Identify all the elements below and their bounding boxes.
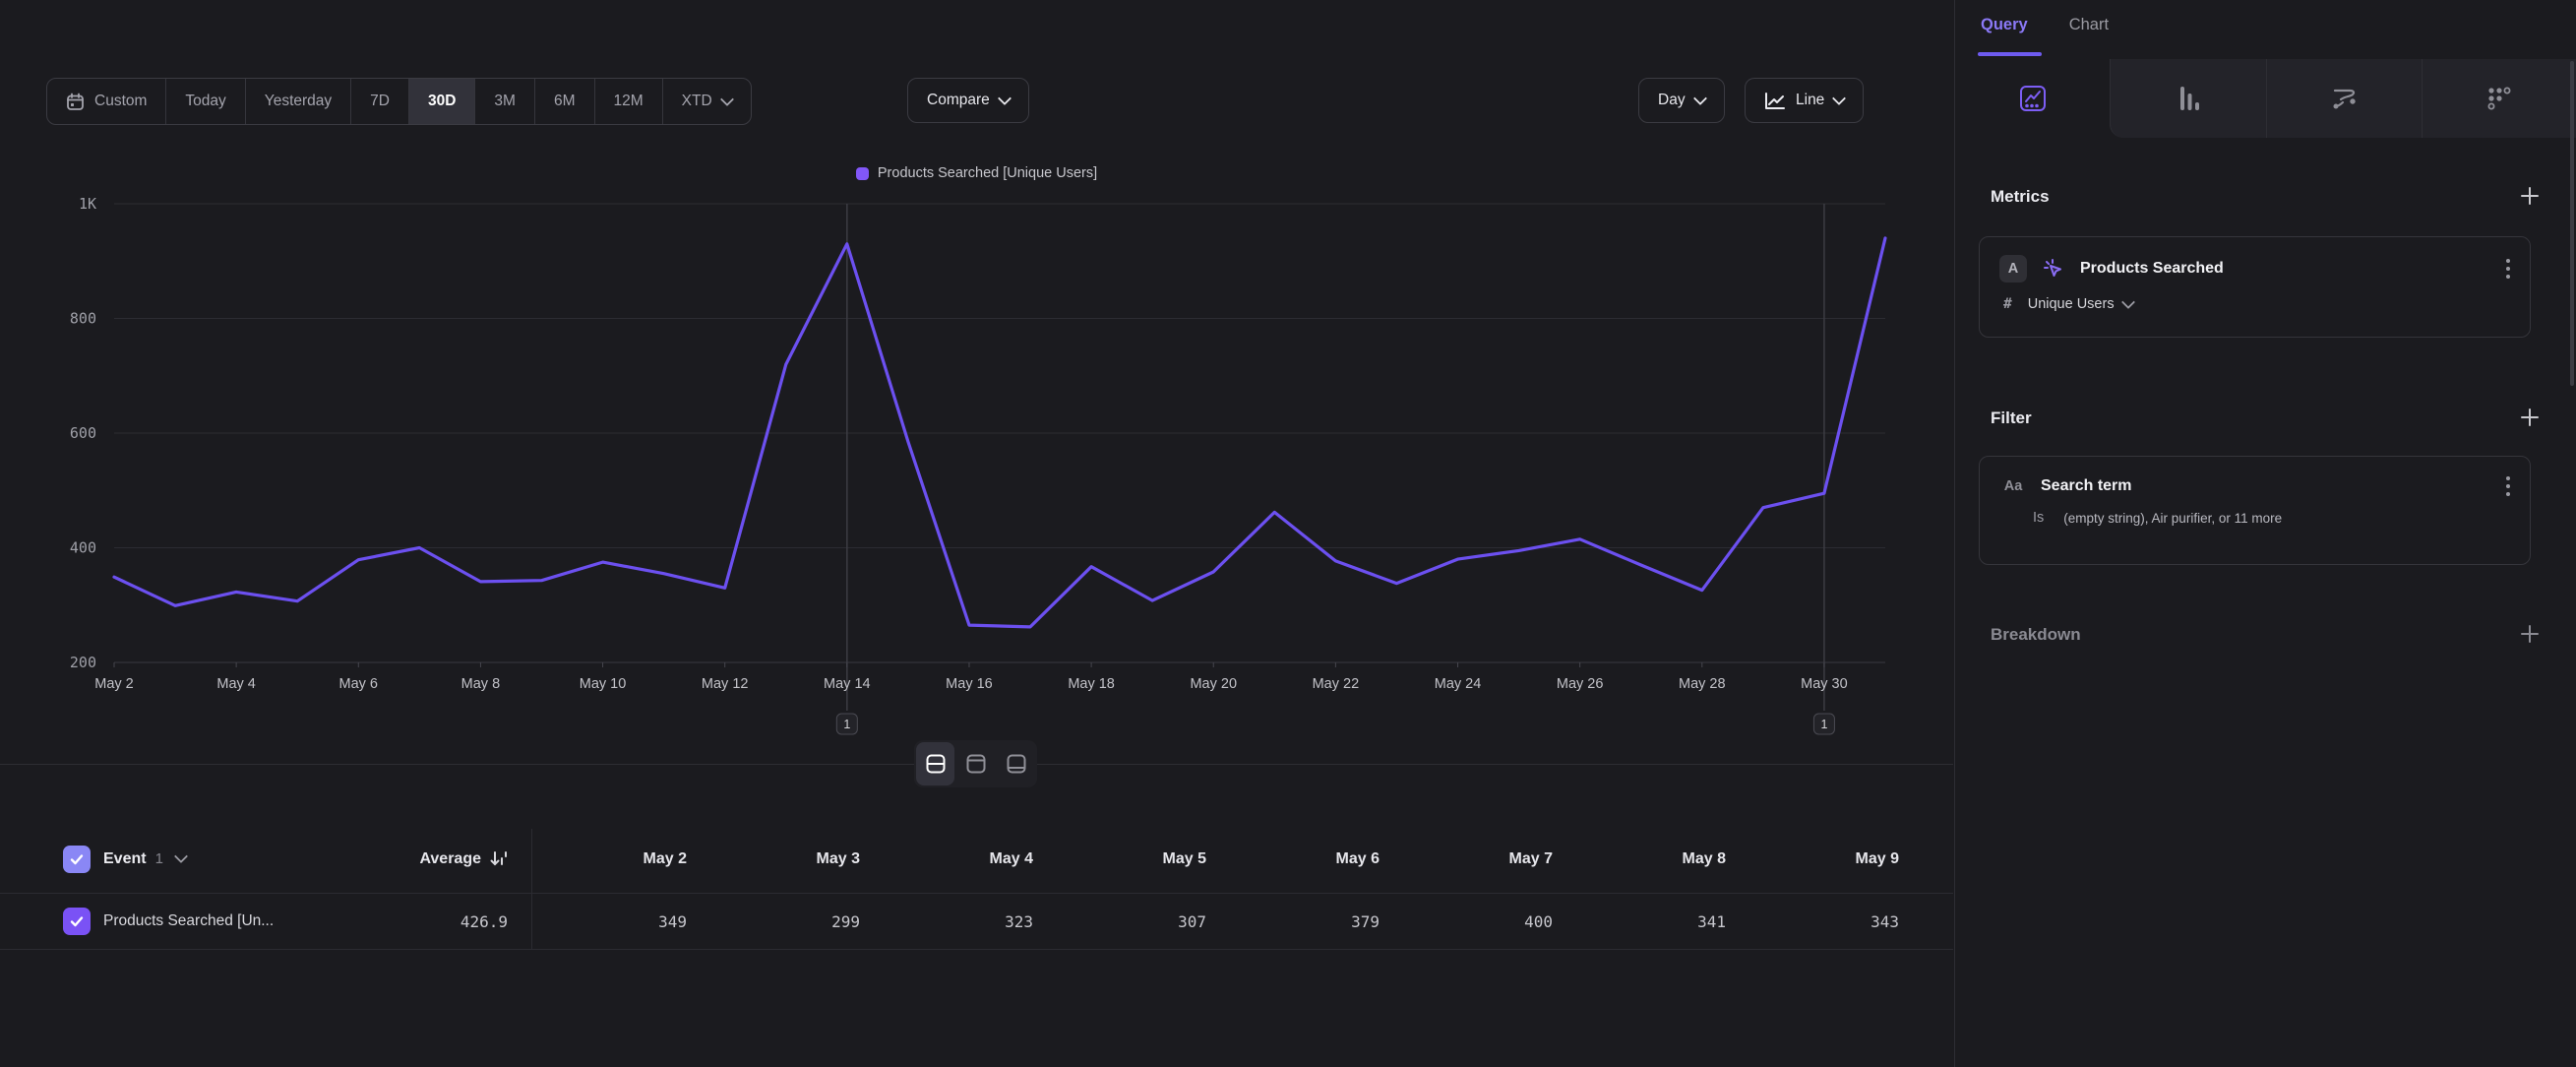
svg-text:May 20: May 20 xyxy=(1190,676,1237,692)
report-tab-flows[interactable] xyxy=(2266,59,2422,138)
svg-text:May 16: May 16 xyxy=(946,676,993,692)
svg-text:800: 800 xyxy=(70,310,96,328)
metric-card[interactable]: A Products Searched # Unique Users xyxy=(1979,236,2531,338)
aggregation-selector[interactable]: Unique Users xyxy=(2028,296,2133,312)
filter-heading: Filter xyxy=(1991,408,2032,428)
cell-value: 341 xyxy=(1553,894,1726,949)
svg-text:May 30: May 30 xyxy=(1801,676,1848,692)
report-tab-insights[interactable] xyxy=(1955,59,2110,138)
report-type-tabs xyxy=(1955,59,2576,138)
metric-menu-icon[interactable] xyxy=(2506,259,2510,279)
svg-text:May 8: May 8 xyxy=(461,676,501,692)
average-column-label: Average xyxy=(419,850,481,868)
svg-text:May 28: May 28 xyxy=(1679,676,1726,692)
metric-series-badge: A xyxy=(1999,255,2027,282)
add-breakdown-icon[interactable] xyxy=(2519,623,2541,645)
svg-text:May 12: May 12 xyxy=(702,676,749,692)
filter-menu-icon[interactable] xyxy=(2506,476,2510,496)
svg-text:1: 1 xyxy=(843,718,850,731)
average-value: 426.9 xyxy=(460,912,508,931)
cell-value: 343 xyxy=(1726,894,1899,949)
column-header[interactable]: May 4 xyxy=(860,825,1033,893)
filter-card[interactable]: Aa Search term Is (empty string), Air pu… xyxy=(1979,456,2531,565)
table-column-divider xyxy=(531,829,532,950)
layout-top-bar-button[interactable] xyxy=(956,742,995,785)
column-header[interactable]: May 3 xyxy=(687,825,860,893)
sidebar-scrollbar[interactable] xyxy=(2570,61,2574,386)
cell-value: 349 xyxy=(531,894,687,949)
table-header-row: Event 1 Average May 2May 3May 4May 5May … xyxy=(0,825,1953,894)
main-panel: CustomTodayYesterday7D30D3M6M12MXTD Comp… xyxy=(0,0,1953,1067)
svg-text:May 10: May 10 xyxy=(580,676,627,692)
column-header[interactable]: May 8 xyxy=(1553,825,1726,893)
svg-text:May 4: May 4 xyxy=(216,676,256,692)
filter-value[interactable]: (empty string), Air purifier, or 11 more xyxy=(2063,511,2282,526)
tab-query[interactable]: Query xyxy=(1981,16,2028,34)
svg-text:600: 600 xyxy=(70,424,96,442)
report-tab-retention[interactable] xyxy=(2422,59,2576,138)
series-line[interactable] xyxy=(114,238,1885,627)
svg-text:May 2: May 2 xyxy=(94,676,134,692)
chevron-down-icon xyxy=(2121,294,2135,308)
sort-descending-icon[interactable] xyxy=(489,849,508,868)
tab-chart[interactable]: Chart xyxy=(2069,16,2109,34)
cell-value: 323 xyxy=(860,894,1033,949)
table-data-row[interactable]: Products Searched [Un... 426.9 349299323… xyxy=(0,894,1953,950)
column-header[interactable]: May 9 xyxy=(1726,825,1899,893)
svg-text:May 24: May 24 xyxy=(1435,676,1482,692)
svg-text:200: 200 xyxy=(70,654,96,671)
cell-value: 299 xyxy=(687,894,860,949)
layout-bottom-bar-button[interactable] xyxy=(997,742,1035,785)
column-header[interactable]: May 5 xyxy=(1033,825,1206,893)
filter-property-name: Search term xyxy=(2041,477,2492,495)
svg-text:1: 1 xyxy=(1820,718,1827,731)
metrics-heading: Metrics xyxy=(1991,187,2050,207)
cell-value: 400 xyxy=(1380,894,1553,949)
column-header[interactable]: May 7 xyxy=(1380,825,1553,893)
sidebar-tabs: Query Chart xyxy=(1981,16,2109,34)
query-sidebar: Query Chart xyxy=(1954,0,2576,1067)
svg-text:May 22: May 22 xyxy=(1313,676,1360,692)
svg-text:May 14: May 14 xyxy=(824,676,871,692)
layout-toggle xyxy=(914,740,1037,787)
svg-text:400: 400 xyxy=(70,539,96,557)
svg-text:May 26: May 26 xyxy=(1557,676,1604,692)
svg-text:May 6: May 6 xyxy=(339,676,379,692)
add-filter-icon[interactable] xyxy=(2519,407,2541,428)
cell-value: 379 xyxy=(1206,894,1380,949)
svg-text:1K: 1K xyxy=(79,195,96,213)
string-property-icon: Aa xyxy=(1999,478,2027,494)
column-header[interactable]: May 2 xyxy=(531,825,687,893)
row-checkbox[interactable] xyxy=(63,908,91,935)
svg-text:May 18: May 18 xyxy=(1068,676,1115,692)
analytics-app: CustomTodayYesterday7D30D3M6M12MXTD Comp… xyxy=(0,0,2576,1067)
report-tab-funnels[interactable] xyxy=(2110,59,2265,138)
column-header[interactable]: May 6 xyxy=(1206,825,1380,893)
aggregation-type-icon: # xyxy=(2003,296,2012,312)
add-metric-icon[interactable] xyxy=(2519,185,2541,207)
line-chart[interactable]: 1K 800 600 400 200 1 1 May 2 May 4 May 6 May 8 May … xyxy=(0,0,1953,758)
cell-value: 307 xyxy=(1033,894,1206,949)
results-table: Event 1 Average May 2May 3May 4May 5May … xyxy=(0,825,1953,950)
active-tab-underline xyxy=(1978,52,2042,56)
event-column-label: Event xyxy=(103,850,147,868)
series-name: Products Searched [Un... xyxy=(103,912,274,930)
event-click-icon xyxy=(2041,256,2066,282)
metric-name: Products Searched xyxy=(2080,260,2492,278)
chevron-down-icon[interactable] xyxy=(174,849,188,863)
event-count: 1 xyxy=(155,850,163,867)
layout-split-button[interactable] xyxy=(916,742,954,785)
breakdown-heading: Breakdown xyxy=(1991,625,2081,645)
select-all-checkbox[interactable] xyxy=(63,846,91,873)
filter-operator[interactable]: Is xyxy=(2033,510,2044,526)
